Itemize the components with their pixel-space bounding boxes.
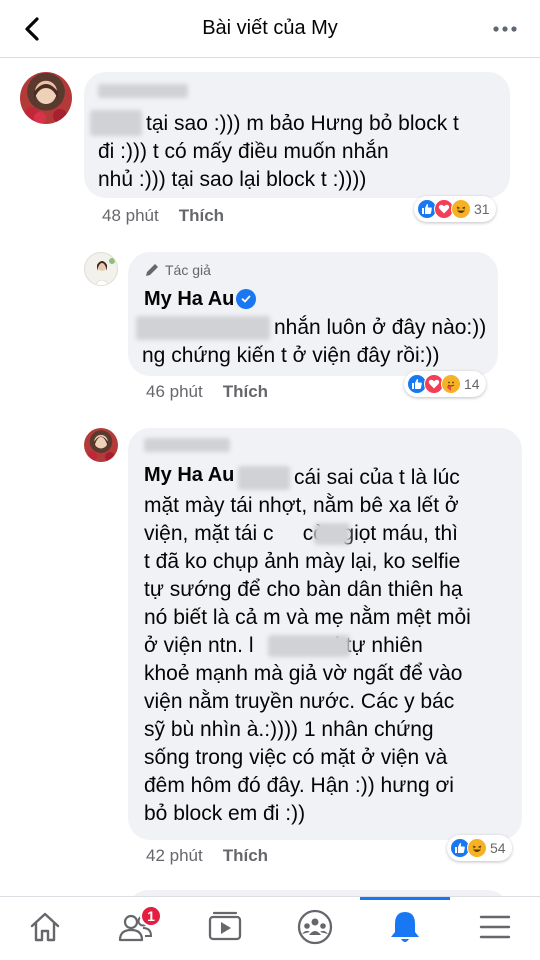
haha-reaction-icon bbox=[467, 838, 487, 858]
comment-text-line: viện, mặt tái c còn giọt máu, thì bbox=[144, 522, 458, 545]
author-name-redacted bbox=[98, 84, 188, 98]
menu-icon bbox=[478, 912, 512, 947]
author-name-redacted bbox=[144, 438, 230, 452]
comment-text-line: đi :))) t có mấy điều muốn nhắn bbox=[98, 140, 389, 163]
reaction-count: 31 bbox=[474, 201, 490, 217]
groups-icon bbox=[296, 908, 334, 951]
header-bar: Bài viết của My bbox=[0, 0, 540, 58]
redacted-block bbox=[314, 523, 350, 545]
watch-icon bbox=[206, 909, 244, 950]
comment-text-line: cái sai của t là lúc bbox=[294, 466, 460, 489]
nav-watch[interactable] bbox=[180, 897, 270, 960]
mention-link[interactable]: My Ha Au bbox=[144, 464, 234, 487]
comment-text-line: sống trong việc có mặt ở viện và bbox=[144, 746, 448, 769]
comment-text-line: viện nằm truyền nước. Các y bác bbox=[144, 690, 455, 713]
like-button[interactable]: Thích bbox=[223, 846, 268, 865]
author-badge: Tác giả bbox=[144, 262, 211, 278]
pen-icon bbox=[144, 262, 160, 278]
nav-friends[interactable]: 1 bbox=[90, 897, 180, 960]
reaction-summary[interactable]: 54 bbox=[447, 835, 512, 861]
comment-text-line: nó biết là cả m và mẹ nằm mệt mỏi bbox=[144, 606, 471, 629]
home-icon bbox=[27, 909, 63, 950]
avatar[interactable] bbox=[84, 252, 118, 286]
bottom-nav: 1 bbox=[0, 896, 540, 960]
comment-text-line: nhủ :))) tại sao lại block t :)))) bbox=[98, 168, 367, 191]
comment-text-line: ng chứng kiến t ở viện đây rồi:)) bbox=[142, 344, 440, 367]
haha-reaction-icon bbox=[451, 199, 471, 219]
nav-home[interactable] bbox=[0, 897, 90, 960]
comment-text-line: bỏ block em đi :)) bbox=[144, 802, 306, 825]
notification-badge: 1 bbox=[140, 905, 162, 927]
comment-text-line: mặt mày tái nhợt, nằm bê xa lết ở bbox=[144, 494, 459, 517]
comment-text-line: tự sướng để cho bàn dân thiên hạ bbox=[144, 578, 463, 601]
avatar[interactable] bbox=[20, 72, 72, 124]
comment-text-line: nhắn luôn ở đây nào:)) bbox=[274, 316, 487, 339]
reaction-summary[interactable]: 14 bbox=[404, 371, 486, 397]
redacted-block bbox=[268, 635, 350, 657]
comment-text-line: t đã ko chụp ảnh mày lại, ko selfie bbox=[144, 550, 461, 573]
like-button[interactable]: Thích bbox=[179, 206, 224, 225]
comment-author-name[interactable]: My Ha Au bbox=[144, 288, 234, 311]
nav-groups[interactable] bbox=[270, 897, 360, 960]
comment-text-line: đêm hôm đó đây. Hận :)) hưng ơi bbox=[144, 774, 454, 797]
author-tag-label: Tác giả bbox=[165, 262, 211, 278]
more-options-icon[interactable] bbox=[490, 18, 520, 40]
comment-meta: 48 phút Thích bbox=[102, 206, 224, 226]
nav-notifications[interactable] bbox=[360, 897, 450, 960]
reaction-summary[interactable]: 31 bbox=[414, 196, 496, 222]
notifications-icon bbox=[387, 908, 423, 951]
comment-meta: 46 phút Thích bbox=[146, 382, 268, 402]
comment-bubble[interactable]: Tác giả My Ha Au nhắn luôn ở đây nào:)) … bbox=[128, 252, 498, 376]
comment-bubble[interactable]: tại sao :))) m bảo Hưng bỏ block t đi :)… bbox=[84, 72, 510, 198]
nav-menu[interactable] bbox=[450, 897, 540, 960]
comment-time: 42 phút bbox=[146, 846, 203, 865]
comment-time: 46 phút bbox=[146, 382, 203, 401]
redacted-block bbox=[238, 466, 290, 490]
redacted-block bbox=[90, 110, 142, 136]
comment-time: 48 phút bbox=[102, 206, 159, 225]
reaction-count: 14 bbox=[464, 376, 480, 392]
comment-meta: 42 phút Thích bbox=[146, 846, 268, 866]
comment-bubble[interactable]: My Ha Au cái sai của t là lúc mặt mày tá… bbox=[128, 428, 522, 840]
comment-text-line: sỹ bù nhìn à.:)))) 1 nhân chứng bbox=[144, 718, 434, 741]
verified-badge-icon bbox=[236, 289, 256, 309]
redacted-block bbox=[136, 316, 270, 340]
avatar[interactable] bbox=[84, 428, 118, 462]
care-reaction-icon bbox=[441, 374, 461, 394]
active-tab-indicator bbox=[360, 897, 450, 900]
comment-text-line: khoẻ mạnh mà giả vờ ngất để vào bbox=[144, 662, 463, 685]
comment-text-line: tại sao :))) m bảo Hưng bỏ block t bbox=[146, 112, 459, 135]
like-button[interactable]: Thích bbox=[223, 382, 268, 401]
reaction-count: 54 bbox=[490, 840, 506, 856]
page-title: Bài viết của My bbox=[202, 17, 338, 39]
